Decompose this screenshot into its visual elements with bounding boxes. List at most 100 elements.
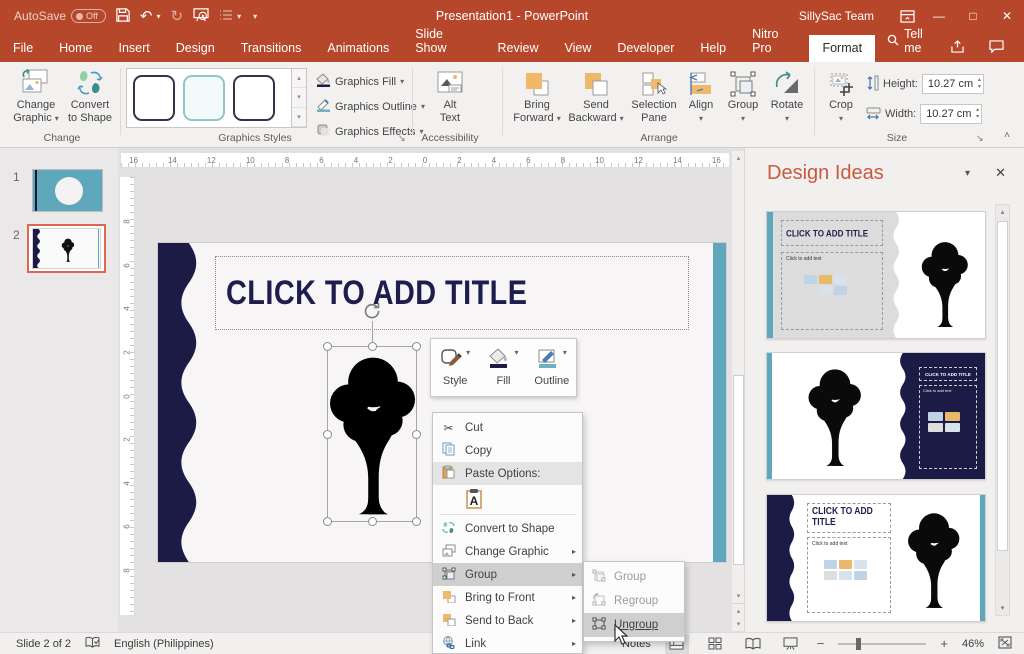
zoom-slider-thumb[interactable] [856, 638, 861, 650]
tree-graphic[interactable] [330, 351, 416, 519]
group-button[interactable]: Group▾ [722, 67, 764, 124]
convert-to-shape-button[interactable]: Convertto Shape [64, 67, 116, 124]
graphics-outline-button[interactable]: Graphics Outline ▾ [316, 98, 425, 115]
tab-animations[interactable]: Animations [314, 35, 402, 62]
align-button[interactable]: Align▾ [682, 67, 720, 124]
tab-help[interactable]: Help [687, 35, 739, 62]
selected-graphic-frame[interactable] [327, 346, 417, 522]
resize-handle-n[interactable] [368, 342, 377, 351]
resize-handle-s[interactable] [368, 517, 377, 526]
share-icon[interactable] [950, 40, 965, 56]
graphics-style-1[interactable] [133, 75, 175, 121]
resize-handle-se[interactable] [412, 517, 421, 526]
save-icon[interactable] [116, 8, 130, 25]
resize-handle-sw[interactable] [323, 517, 332, 526]
vertical-ruler[interactable]: 864202468 [119, 176, 135, 616]
zoom-out-icon[interactable]: − [817, 636, 825, 651]
scroll-thumb[interactable] [733, 375, 744, 565]
design-suggestion-2[interactable]: CLICK TO ADD TITLE Click to add text [766, 352, 986, 480]
menu-item-change-graphic[interactable]: Change Graphic ▸ [433, 540, 582, 563]
zoom-in-icon[interactable]: + [940, 636, 948, 651]
mini-outline-button[interactable]: ▾ Outline [528, 339, 576, 396]
numbering-icon[interactable] [219, 9, 233, 24]
numbering-dropdown-icon[interactable]: ▾ [237, 12, 241, 21]
gallery-more-icon[interactable]: ▾ [292, 108, 306, 127]
tab-home[interactable]: Home [46, 35, 105, 62]
resize-handle-w[interactable] [323, 430, 332, 439]
crop-button[interactable]: Crop▾ [822, 67, 860, 124]
tab-slide-show[interactable]: Slide Show [402, 21, 484, 62]
zoom-slider[interactable] [838, 643, 926, 645]
submenu-item-ungroup[interactable]: Ungroup [584, 613, 684, 637]
scroll-thumb[interactable] [997, 221, 1008, 551]
size-dialog-launcher-icon[interactable]: ↘ [976, 133, 984, 144]
menu-item-convert-to-shape[interactable]: Convert to Shape [433, 517, 582, 540]
design-suggestion-3[interactable]: CLICK TO ADD TITLE Click to add text [766, 494, 986, 622]
start-slideshow-icon[interactable] [193, 8, 209, 25]
fit-to-window-icon[interactable] [998, 636, 1012, 652]
menu-item-bring-to-front[interactable]: Bring to Front ▸ [433, 586, 582, 609]
tab-developer[interactable]: Developer [604, 35, 687, 62]
spin-down-icon[interactable]: ▾ [976, 114, 979, 121]
tab-view[interactable]: View [552, 35, 605, 62]
horizontal-ruler[interactable]: 1614121086420246810121416 [120, 152, 730, 168]
width-input[interactable]: 10.27 cm▴▾ [920, 104, 982, 124]
account-name[interactable]: SillySac Team [799, 9, 874, 23]
gallery-scroll-up-icon[interactable]: ▴ [292, 69, 306, 88]
panel-dropdown-icon[interactable]: ▾ [965, 168, 970, 179]
menu-item-send-to-back[interactable]: Send to Back ▸ [433, 609, 582, 632]
selection-pane-button[interactable]: SelectionPane [628, 67, 680, 124]
tab-nitro-pro[interactable]: Nitro Pro [739, 21, 809, 62]
spin-down-icon[interactable]: ▾ [978, 84, 981, 91]
tab-transitions[interactable]: Transitions [228, 35, 315, 62]
gallery-scroll-down-icon[interactable]: ▾ [292, 88, 306, 107]
paste-option-keep-formatting[interactable]: A [433, 485, 582, 512]
slide-counter[interactable]: Slide 2 of 2 [16, 638, 71, 650]
graphics-fill-button[interactable]: Graphics Fill ▾ [316, 73, 404, 90]
send-backward-button[interactable]: SendBackward ▾ [568, 67, 624, 124]
slideshow-view-button[interactable] [779, 634, 803, 654]
resize-handle-ne[interactable] [412, 342, 421, 351]
slide-2-thumbnail-selected[interactable] [27, 224, 106, 273]
mini-fill-button[interactable]: ▾ Fill [479, 339, 527, 396]
graphics-style-2[interactable] [183, 75, 225, 121]
language-status[interactable]: English (Philippines) [114, 638, 214, 650]
bring-forward-button[interactable]: BringForward ▾ [510, 67, 564, 124]
maximize-button[interactable]: □ [956, 0, 990, 32]
close-button[interactable]: ✕ [990, 0, 1024, 32]
resize-handle-e[interactable] [412, 430, 421, 439]
graphics-style-3[interactable] [233, 75, 275, 121]
scroll-up-icon[interactable]: ▴ [996, 205, 1009, 219]
tab-file[interactable]: File [0, 35, 46, 62]
spin-up-icon[interactable]: ▴ [978, 77, 981, 84]
slide-sorter-view-button[interactable] [703, 634, 727, 654]
menu-item-link[interactable]: Link ▸ [433, 632, 582, 654]
resize-handle-nw[interactable] [323, 342, 332, 351]
tab-review[interactable]: Review [485, 35, 552, 62]
title-placeholder[interactable]: CLICK TO ADD TITLE [215, 256, 689, 330]
menu-item-copy[interactable]: Copy [433, 439, 582, 462]
tab-format[interactable]: Format [809, 35, 875, 62]
rotate-button[interactable]: Rotate▾ [766, 67, 808, 124]
menu-item-cut[interactable]: ✂ Cut [433, 416, 582, 439]
undo-button[interactable]: ↶ [140, 9, 153, 24]
spell-check-icon[interactable] [85, 636, 100, 652]
scroll-down-icon[interactable]: ▾ [996, 601, 1009, 615]
tab-design[interactable]: Design [163, 35, 228, 62]
reading-view-button[interactable] [741, 634, 765, 654]
mini-style-button[interactable]: ▾ Style [431, 339, 479, 396]
change-graphic-button[interactable]: Change Graphic ▾ [8, 67, 64, 124]
rotate-handle-icon[interactable] [362, 301, 382, 321]
menu-item-group[interactable]: Group ▸ [433, 563, 582, 586]
design-panel-scrollbar[interactable]: ▴ ▾ [995, 204, 1010, 616]
spin-up-icon[interactable]: ▴ [976, 107, 979, 114]
scroll-track[interactable] [996, 219, 1009, 601]
collapse-ribbon-icon[interactable]: ˄ [1004, 130, 1010, 141]
slide-1-thumbnail[interactable] [32, 169, 103, 212]
undo-dropdown-icon[interactable]: ▾ [156, 12, 160, 21]
height-input[interactable]: 10.27 cm▴▾ [922, 74, 984, 94]
autosave-toggle[interactable]: AutoSave Off [14, 9, 106, 23]
tell-me-box[interactable]: Tell me [875, 21, 950, 62]
zoom-level[interactable]: 46% [962, 638, 984, 650]
alt-text-button[interactable]: AltText [424, 67, 476, 124]
